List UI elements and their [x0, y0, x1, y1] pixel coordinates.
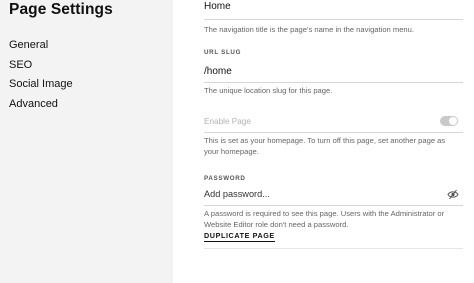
enable-page-underline — [204, 132, 463, 133]
password-help: A password is required to see this page.… — [204, 209, 445, 229]
password-underline — [204, 205, 463, 206]
navigation-title-underline — [204, 19, 463, 20]
settings-panel: Home The navigation title is the page's … — [173, 0, 474, 283]
sidebar-item-general[interactable]: General — [9, 38, 73, 58]
duplicate-page-button[interactable]: DUPLICATE PAGE — [204, 231, 275, 242]
navigation-title-help: The navigation title is the page's name … — [204, 25, 414, 34]
navigation-title-field[interactable]: Home — [204, 1, 231, 12]
url-slug-help: The unique location slug for this page. — [204, 86, 333, 95]
duplicate-page-divider — [204, 248, 463, 249]
sidebar: Page Settings General SEO Social Image A… — [0, 0, 173, 283]
password-input[interactable] — [204, 189, 434, 199]
enable-page-toggle[interactable] — [440, 116, 458, 126]
url-slug-label: URL SLUG — [204, 49, 242, 56]
toggle-knob — [449, 117, 457, 125]
page-title: Page Settings — [9, 1, 113, 18]
enable-page-label: Enable Page — [204, 117, 251, 126]
url-slug-field[interactable]: /home — [204, 66, 232, 77]
sidebar-item-social-image[interactable]: Social Image — [9, 77, 73, 97]
enable-page-help: This is set as your homepage. To turn of… — [204, 136, 446, 156]
url-slug-underline — [204, 82, 463, 83]
eye-slash-icon[interactable] — [447, 189, 459, 200]
sidebar-nav: General SEO Social Image Advanced — [9, 38, 73, 116]
sidebar-item-seo[interactable]: SEO — [9, 58, 73, 78]
password-label: PASSWORD — [204, 175, 246, 182]
sidebar-item-advanced[interactable]: Advanced — [9, 97, 73, 117]
